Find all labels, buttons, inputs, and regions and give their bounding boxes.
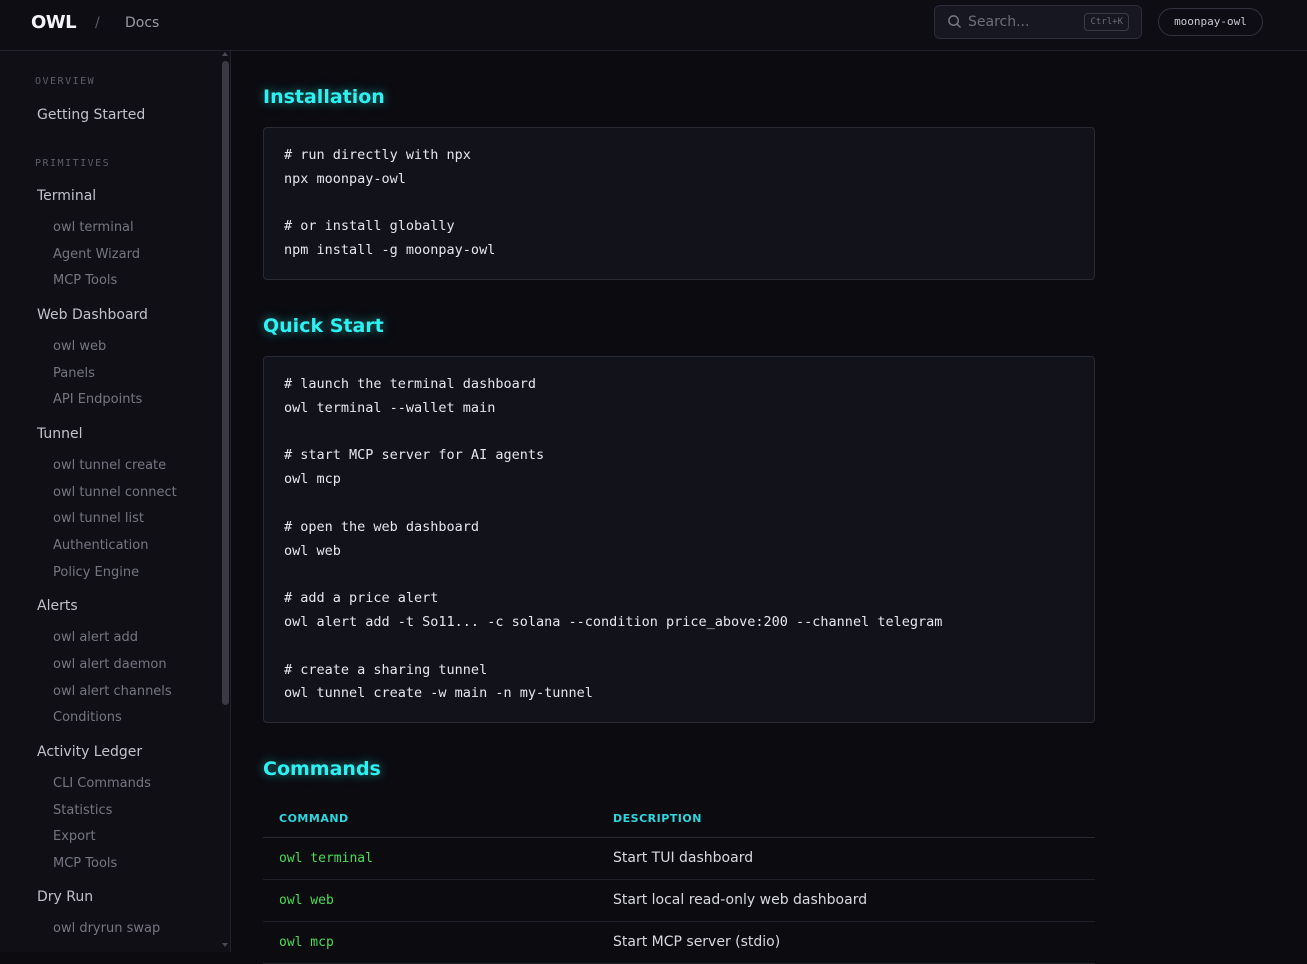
- column-header-description: DESCRIPTION: [597, 801, 1095, 838]
- repo-button[interactable]: moonpay-owl: [1158, 8, 1263, 36]
- sidebar-item-owl-tunnel-list[interactable]: owl tunnel list: [53, 511, 144, 526]
- code-line: # launch the terminal dashboard: [284, 376, 536, 392]
- code-line: # add a price alert: [284, 590, 439, 607]
- sidebar: OVERVIEW Getting Started PRIMITIVES Term…: [0, 51, 231, 952]
- sidebar-group-alerts[interactable]: Alerts: [37, 598, 78, 614]
- code-line: # run directly with npx: [284, 147, 471, 163]
- sidebar-group-dry-run[interactable]: Dry Run: [37, 889, 93, 905]
- sidebar-item-api-endpoints[interactable]: API Endpoints: [53, 392, 142, 407]
- sidebar-item-policy-engine[interactable]: Policy Engine: [53, 565, 139, 580]
- commands-table: COMMAND DESCRIPTION owl terminal Start T…: [263, 801, 1095, 964]
- installation-code-block[interactable]: # run directly with npx npx moonpay-owl …: [263, 127, 1095, 280]
- code-line: # start MCP server for AI agents: [284, 447, 545, 464]
- sidebar-item-mcp-tools[interactable]: MCP Tools: [53, 273, 117, 288]
- code-line: owl tunnel create -w main -n my-tunnel: [284, 685, 593, 702]
- search-input[interactable]: [968, 12, 1078, 32]
- quickstart-code-block[interactable]: # launch the terminal dashboard owl term…: [263, 356, 1095, 723]
- code-line: owl web: [284, 542, 341, 559]
- description-cell: Start local read-only web dashboard: [597, 879, 1095, 922]
- command-cell: owl mcp: [263, 921, 597, 964]
- breadcrumb-separator: /: [95, 15, 100, 31]
- sidebar-item-owl-alert-daemon[interactable]: owl alert daemon: [53, 657, 167, 672]
- sidebar-item-ledger-mcp-tools[interactable]: MCP Tools: [53, 856, 117, 871]
- table-row: owl mcp Start MCP server (stdio): [263, 921, 1095, 964]
- main-content: Installation # run directly with npx npx…: [231, 51, 1307, 964]
- code-line: owl alert add -t So11... -c solana --con…: [284, 613, 943, 630]
- sidebar-item-owl-web[interactable]: owl web: [53, 339, 106, 354]
- code-line: npm install -g moonpay-owl: [284, 242, 496, 259]
- logo[interactable]: OWL: [31, 12, 77, 33]
- scroll-down-arrow[interactable]: [222, 943, 228, 947]
- sidebar-item-getting-started[interactable]: Getting Started: [37, 107, 145, 123]
- description-cell: Start MCP server (stdio): [597, 921, 1095, 964]
- breadcrumb-docs[interactable]: Docs: [125, 15, 159, 31]
- table-row: owl web Start local read-only web dashbo…: [263, 879, 1095, 922]
- sidebar-item-conditions[interactable]: Conditions: [53, 710, 122, 725]
- sidebar-group-tunnel[interactable]: Tunnel: [37, 426, 83, 442]
- section-title-installation: Installation: [263, 86, 385, 108]
- search-icon: [948, 15, 961, 28]
- sidebar-section-primitives: PRIMITIVES: [35, 158, 111, 169]
- sidebar-item-owl-dryrun-swap[interactable]: owl dryrun swap: [53, 921, 160, 936]
- code-line: # or install globally: [284, 218, 455, 235]
- sidebar-item-cli-commands[interactable]: CLI Commands: [53, 776, 151, 791]
- code-line: owl mcp: [284, 471, 341, 488]
- code-line: # create a sharing tunnel: [284, 661, 488, 678]
- sidebar-item-authentication[interactable]: Authentication: [53, 538, 148, 553]
- search-shortcut-badge: Ctrl+K: [1084, 13, 1129, 31]
- sidebar-scrollbar[interactable]: [222, 61, 229, 705]
- sidebar-group-terminal[interactable]: Terminal: [37, 188, 96, 204]
- top-bar: OWL / Docs Ctrl+K moonpay-owl: [0, 0, 1307, 51]
- sidebar-group-web-dashboard[interactable]: Web Dashboard: [37, 307, 148, 323]
- command-cell: owl terminal: [263, 837, 597, 880]
- sidebar-group-activity-ledger[interactable]: Activity Ledger: [37, 744, 142, 760]
- table-header-row: COMMAND DESCRIPTION: [263, 801, 1095, 838]
- sidebar-item-owl-alert-channels[interactable]: owl alert channels: [53, 684, 172, 699]
- column-header-command: COMMAND: [263, 801, 597, 838]
- section-title-commands: Commands: [263, 758, 381, 780]
- sidebar-item-owl-tunnel-connect[interactable]: owl tunnel connect: [53, 485, 177, 500]
- sidebar-section-overview: OVERVIEW: [35, 76, 96, 87]
- command-cell: owl web: [263, 879, 597, 922]
- sidebar-item-panels[interactable]: Panels: [53, 366, 95, 381]
- search-box[interactable]: Ctrl+K: [934, 5, 1142, 39]
- description-cell: Start TUI dashboard: [597, 837, 1095, 880]
- sidebar-item-statistics[interactable]: Statistics: [53, 803, 112, 818]
- code-line: npx moonpay-owl: [284, 170, 406, 187]
- table-row: owl terminal Start TUI dashboard: [263, 837, 1095, 880]
- sidebar-item-owl-alert-add[interactable]: owl alert add: [53, 630, 138, 645]
- scroll-up-arrow[interactable]: [222, 52, 228, 56]
- code-line: # open the web dashboard: [284, 518, 480, 535]
- sidebar-item-export[interactable]: Export: [53, 829, 96, 844]
- code-line: owl terminal --wallet main: [284, 399, 496, 416]
- sidebar-item-agent-wizard[interactable]: Agent Wizard: [53, 247, 140, 262]
- section-title-quick-start: Quick Start: [263, 315, 384, 337]
- sidebar-item-owl-terminal[interactable]: owl terminal: [53, 220, 134, 235]
- sidebar-item-owl-tunnel-create[interactable]: owl tunnel create: [53, 458, 166, 473]
